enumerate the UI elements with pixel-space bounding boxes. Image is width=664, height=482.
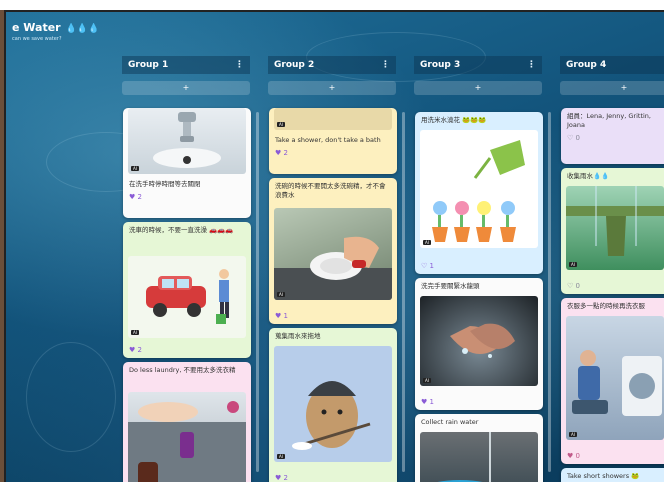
- column-group-3: Group 3 ⋮ +: [414, 56, 542, 95]
- post-card[interactable]: 用洗米水澆花 🐸🐸🐸 AI ♡ 1: [415, 112, 543, 274]
- add-post-button[interactable]: +: [268, 81, 396, 95]
- post-card[interactable]: Take short showers 🐸: [561, 468, 664, 482]
- post-image: AI: [274, 346, 392, 462]
- post-card[interactable]: AI 在洗手時停時間等去關閉 ♥ 2: [123, 108, 251, 218]
- post-title: Take a shower, don't take a bath: [275, 136, 381, 144]
- post-card[interactable]: 洗車的時候，不要一直洗澡 🚗🚗🚗 AI ♥ 2: [123, 222, 251, 358]
- post-card[interactable]: 洗碗的時候不要開太多洗碗精，才不會浪費水 AI ♥ 1: [269, 178, 397, 324]
- like-count[interactable]: ♡ 0: [561, 280, 586, 292]
- ai-badge: AI: [277, 292, 285, 297]
- column-title: Group 3: [420, 60, 461, 70]
- like-count[interactable]: ♡ 0: [561, 132, 664, 144]
- post-title: 在洗手時停時間等去關閉: [129, 180, 201, 188]
- column-title: Group 2: [274, 60, 315, 70]
- post-image: AI: [274, 108, 392, 130]
- board-title: e Water: [12, 21, 61, 34]
- post-image: AI: [128, 108, 246, 174]
- column-group-4: Group 4 ⋮ +: [560, 56, 664, 95]
- post-card[interactable]: 洗完手要關緊水龍頭 AI ♥ 1: [415, 278, 543, 410]
- like-count[interactable]: ♥ 0: [561, 450, 586, 462]
- post-title: 洗完手要關緊水龍頭: [421, 282, 480, 290]
- like-count[interactable]: ♡ 1: [415, 260, 440, 272]
- post-title: Collect rain water: [421, 418, 479, 426]
- watering-can-icon: [432, 140, 525, 242]
- column-header: Group 3 ⋮: [414, 56, 542, 74]
- post-title: 洗車的時候，不要一直洗澡 🚗🚗🚗: [129, 226, 234, 234]
- post-card[interactable]: Collect rain water: [415, 414, 543, 482]
- rain-barrel-icon: [437, 432, 491, 482]
- post-image: AI: [420, 130, 538, 248]
- post-title: 衣服多一點的時候再洗衣服: [567, 302, 645, 310]
- detergent-pour-icon: [128, 401, 246, 482]
- ai-badge: AI: [277, 122, 285, 127]
- post-image: AI: [128, 256, 246, 338]
- ai-badge: AI: [569, 432, 577, 437]
- rain-collector-icon: [566, 186, 664, 256]
- padlet-board: e Water 💧💧💧 can we save water? Group 1 ⋮…: [4, 10, 664, 482]
- column-title: Group 1: [128, 60, 169, 70]
- more-options-icon[interactable]: ⋮: [527, 60, 536, 70]
- like-count[interactable]: ♥ 2: [123, 344, 148, 356]
- hand-washing-icon: [450, 323, 515, 358]
- post-title: 蒐集雨水來拖地: [275, 332, 321, 340]
- more-options-icon[interactable]: ⋮: [381, 60, 390, 70]
- add-post-button[interactable]: +: [122, 81, 250, 95]
- board-header: e Water 💧💧💧 can we save water?: [12, 16, 99, 42]
- like-count[interactable]: ♥ 1: [269, 310, 294, 322]
- ai-badge: AI: [569, 262, 577, 267]
- post-card[interactable]: 蒐集雨水來拖地 AI ♥ 2: [269, 328, 397, 482]
- droplet-icons: 💧💧💧: [65, 24, 100, 34]
- ai-badge: AI: [131, 330, 139, 335]
- post-title: 洗碗的時候不要開太多洗碗精，才不會浪費水: [275, 182, 386, 199]
- post-title: 收集雨水💧💧: [567, 172, 610, 180]
- post-card[interactable]: 組員：Lena, Jenny, Grittin, Joana ♡ 0: [561, 108, 664, 164]
- washing-machine-icon: [572, 350, 662, 416]
- ai-badge: AI: [131, 166, 139, 171]
- post-card[interactable]: AI Take a shower, don't take a bath ♥ 2: [269, 108, 397, 174]
- like-count[interactable]: ♥ 2: [123, 191, 251, 203]
- post-image: AI: [420, 296, 538, 386]
- like-count[interactable]: ♥ 2: [269, 147, 397, 159]
- add-post-button[interactable]: +: [560, 81, 664, 95]
- column-header: Group 4 ⋮: [560, 56, 664, 74]
- like-count[interactable]: ♥ 2: [269, 472, 294, 482]
- post-image: [128, 392, 246, 482]
- faucet-icon: [153, 112, 221, 168]
- post-image: AI: [566, 316, 664, 440]
- post-title: 用洗米水澆花 🐸🐸🐸: [421, 116, 487, 124]
- column-header: Group 2 ⋮: [268, 56, 396, 74]
- ai-badge: AI: [423, 240, 431, 245]
- more-options-icon[interactable]: ⋮: [235, 60, 244, 70]
- like-count[interactable]: ♥ 1: [415, 396, 440, 408]
- post-image: [420, 432, 538, 482]
- column-title: Group 4: [566, 60, 607, 70]
- column-group-1: Group 1 ⋮ +: [122, 56, 250, 95]
- column-scrollbar[interactable]: [256, 112, 259, 472]
- dish-washing-icon: [274, 236, 392, 300]
- post-title: 組員：Lena, Jenny, Grittin, Joana: [567, 112, 651, 129]
- ai-badge: AI: [423, 378, 431, 383]
- car-wash-icon: [146, 269, 229, 324]
- column-scrollbar[interactable]: [548, 112, 551, 472]
- column-scrollbar[interactable]: [402, 112, 405, 472]
- post-image: AI: [274, 208, 392, 300]
- water-ripple: [26, 342, 116, 452]
- potato-mopping-icon: [292, 381, 371, 450]
- post-card[interactable]: 收集雨水💧💧 AI ♡ 0: [561, 168, 664, 294]
- post-card[interactable]: Do less laundry, 不要用太多洗衣精: [123, 362, 251, 482]
- column-header: Group 1 ⋮: [122, 56, 250, 74]
- column-group-2: Group 2 ⋮ +: [268, 56, 396, 95]
- add-post-button[interactable]: +: [414, 81, 542, 95]
- post-image: AI: [566, 186, 664, 270]
- board-subtitle: can we save water?: [12, 36, 62, 42]
- post-title: Do less laundry, 不要用太多洗衣精: [129, 366, 236, 374]
- post-title: Take short showers 🐸: [567, 472, 640, 480]
- ai-badge: AI: [277, 454, 285, 459]
- post-card[interactable]: 衣服多一點的時候再洗衣服 AI ♥ 0: [561, 298, 664, 464]
